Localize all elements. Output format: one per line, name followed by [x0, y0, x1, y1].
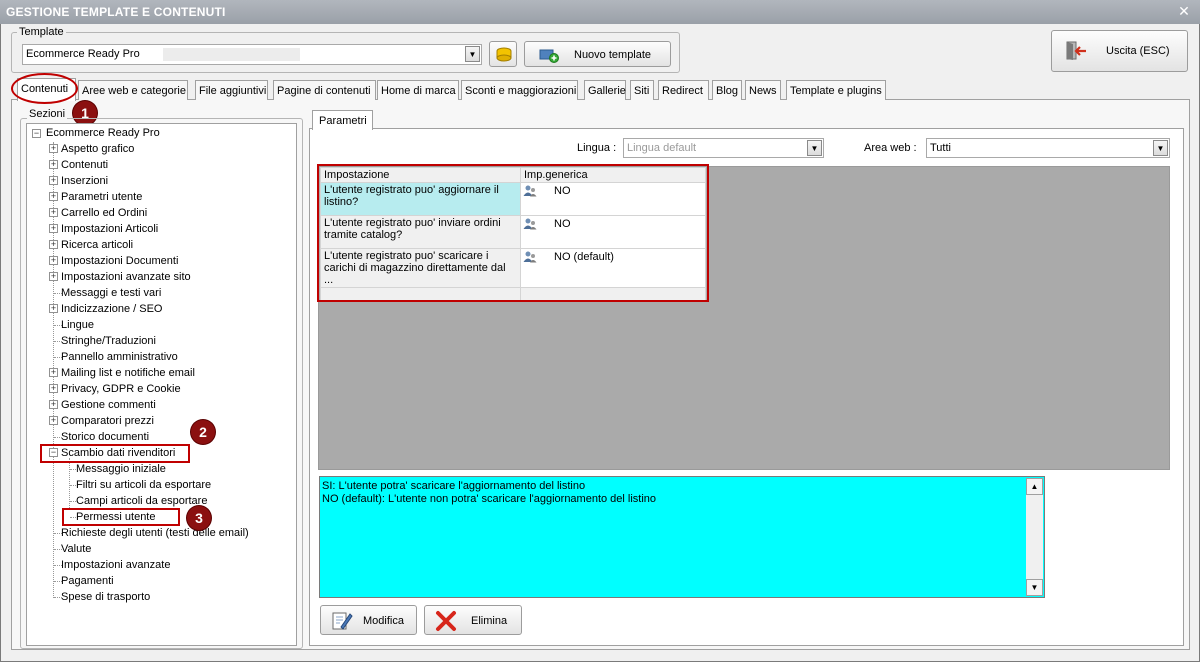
- description-line: SI: L'utente potra' scaricare l'aggiorna…: [322, 480, 586, 492]
- exit-label: Uscita (ESC): [1106, 45, 1170, 57]
- tree-item[interactable]: Valute: [61, 541, 91, 557]
- new-template-label: Nuovo template: [574, 49, 652, 61]
- tree-item[interactable]: Impostazioni avanzate sito: [61, 269, 191, 285]
- highlight-permessi: [62, 508, 180, 526]
- highlight-grid: [317, 164, 709, 302]
- tab-siti[interactable]: Siti: [630, 80, 654, 100]
- tree-item[interactable]: Carrello ed Ordini: [61, 205, 147, 221]
- tab-home-marca[interactable]: Home di marca: [377, 80, 459, 100]
- tab-file-aggiuntivi[interactable]: File aggiuntivi: [195, 80, 268, 100]
- lingua-label: Lingua :: [577, 142, 617, 154]
- tree-item[interactable]: Lingue: [61, 317, 94, 333]
- expand-icon[interactable]: +: [49, 192, 58, 201]
- scroll-down-icon[interactable]: ▼: [1026, 579, 1043, 596]
- area-web-value: Tutti: [930, 142, 951, 154]
- chevron-down-icon[interactable]: ▼: [807, 140, 822, 156]
- tree-item[interactable]: Pannello amministrativo: [61, 349, 178, 365]
- delete-label: Elimina: [471, 615, 508, 627]
- tree-item[interactable]: Pagamenti: [61, 573, 114, 589]
- highlight-contenuti: [11, 73, 78, 104]
- tab-pagine-contenuti[interactable]: Pagine di contenuti: [273, 80, 376, 100]
- database-button[interactable]: [489, 41, 517, 67]
- highlight-scambio: [40, 444, 190, 463]
- expand-icon[interactable]: +: [49, 176, 58, 185]
- description-box[interactable]: SI: L'utente potra' scaricare l'aggiorna…: [319, 476, 1045, 598]
- expand-icon[interactable]: +: [49, 256, 58, 265]
- tree-item[interactable]: Aspetto grafico: [61, 141, 134, 157]
- expand-icon[interactable]: +: [49, 304, 58, 313]
- tab-template-plugins[interactable]: Template e plugins: [786, 80, 886, 100]
- expand-icon[interactable]: +: [49, 144, 58, 153]
- exit-button[interactable]: Uscita (ESC): [1051, 30, 1188, 72]
- tree-item[interactable]: Storico documenti: [61, 429, 149, 445]
- delete-x-icon: [436, 611, 456, 631]
- step-badge-2: 2: [191, 420, 215, 444]
- expand-icon[interactable]: +: [49, 368, 58, 377]
- tree-item[interactable]: Filtri su articoli da esportare: [76, 477, 211, 493]
- tab-sconti[interactable]: Sconti e maggiorazioni: [461, 80, 578, 100]
- expand-icon[interactable]: +: [49, 272, 58, 281]
- description-line: NO (default): L'utente non potra' scaric…: [322, 493, 657, 505]
- exit-door-icon: [1066, 41, 1086, 60]
- delete-button[interactable]: Elimina: [424, 605, 522, 635]
- tree-item[interactable]: Messaggi e testi vari: [61, 285, 161, 301]
- tab-aree-web[interactable]: Aree web e categorie: [78, 80, 188, 100]
- tree-item[interactable]: Richieste degli utenti (testi delle emai…: [61, 525, 249, 541]
- template-select-value: Ecommerce Ready Pro: [26, 48, 140, 60]
- tree-item[interactable]: Contenuti: [61, 157, 108, 173]
- edit-label: Modifica: [363, 615, 404, 627]
- expand-icon[interactable]: +: [49, 224, 58, 233]
- step-badge-3: 3: [187, 506, 211, 530]
- close-icon[interactable]: ✕: [1176, 3, 1192, 19]
- description-scrollbar[interactable]: ▲ ▼: [1026, 478, 1043, 596]
- window-title: GESTIONE TEMPLATE E CONTENUTI: [0, 0, 1200, 24]
- expand-icon[interactable]: +: [49, 384, 58, 393]
- tree-item[interactable]: Stringhe/Traduzioni: [61, 333, 156, 349]
- tree-item[interactable]: Parametri utente: [61, 189, 142, 205]
- edit-button[interactable]: Modifica: [320, 605, 417, 635]
- database-icon: [496, 47, 512, 62]
- tree-item[interactable]: Privacy, GDPR e Cookie: [61, 381, 181, 397]
- tree-item[interactable]: Inserzioni: [61, 173, 108, 189]
- tree-item[interactable]: Spese di trasporto: [61, 589, 150, 605]
- lingua-value: Lingua default: [627, 142, 697, 154]
- scroll-up-icon[interactable]: ▲: [1026, 478, 1043, 495]
- tree-item[interactable]: Ricerca articoli: [61, 237, 133, 253]
- area-web-label: Area web :: [864, 142, 917, 154]
- tree-item[interactable]: Impostazioni Articoli: [61, 221, 158, 237]
- tree-item[interactable]: Campi articoli da esportare: [76, 493, 207, 509]
- chevron-down-icon[interactable]: ▼: [465, 46, 480, 62]
- tree-item[interactable]: Impostazioni Documenti: [61, 253, 178, 269]
- area-web-select[interactable]: Tutti ▼: [926, 138, 1170, 158]
- tab-parametri[interactable]: Parametri: [312, 110, 373, 130]
- tree-item[interactable]: Mailing list e notifiche email: [61, 365, 195, 381]
- expand-icon[interactable]: +: [49, 160, 58, 169]
- chevron-down-icon[interactable]: ▼: [1153, 140, 1168, 156]
- new-template-button[interactable]: Nuovo template: [524, 41, 671, 67]
- expand-icon[interactable]: +: [49, 208, 58, 217]
- tree-item[interactable]: Comparatori prezzi: [61, 413, 154, 429]
- sections-tree[interactable]: − Ecommerce Ready Pro + Aspetto grafico + C…: [26, 123, 297, 646]
- collapse-icon[interactable]: −: [32, 129, 41, 138]
- tab-redirect[interactable]: Redirect: [658, 80, 709, 100]
- expand-icon[interactable]: +: [49, 400, 58, 409]
- expand-icon[interactable]: +: [49, 240, 58, 249]
- tree-item[interactable]: Indicizzazione / SEO: [61, 301, 163, 317]
- tab-blog[interactable]: Blog: [712, 80, 742, 100]
- expand-icon[interactable]: +: [49, 416, 58, 425]
- tab-news[interactable]: News: [745, 80, 781, 100]
- tree-item[interactable]: Messaggio iniziale: [76, 461, 166, 477]
- sections-label: Sezioni: [27, 108, 68, 120]
- edit-icon: [332, 612, 353, 630]
- tree-item[interactable]: Gestione commenti: [61, 397, 156, 413]
- template-select[interactable]: Ecommerce Ready Pro ▼: [22, 44, 482, 65]
- tree-item[interactable]: Impostazioni avanzate: [61, 557, 170, 573]
- tree-root[interactable]: Ecommerce Ready Pro: [46, 125, 160, 141]
- template-name-redacted: [163, 48, 300, 61]
- lingua-select[interactable]: Lingua default ▼: [623, 138, 824, 158]
- tab-gallerie[interactable]: Gallerie: [584, 80, 626, 100]
- template-group-label: Template: [17, 26, 66, 38]
- new-template-icon: [539, 49, 559, 63]
